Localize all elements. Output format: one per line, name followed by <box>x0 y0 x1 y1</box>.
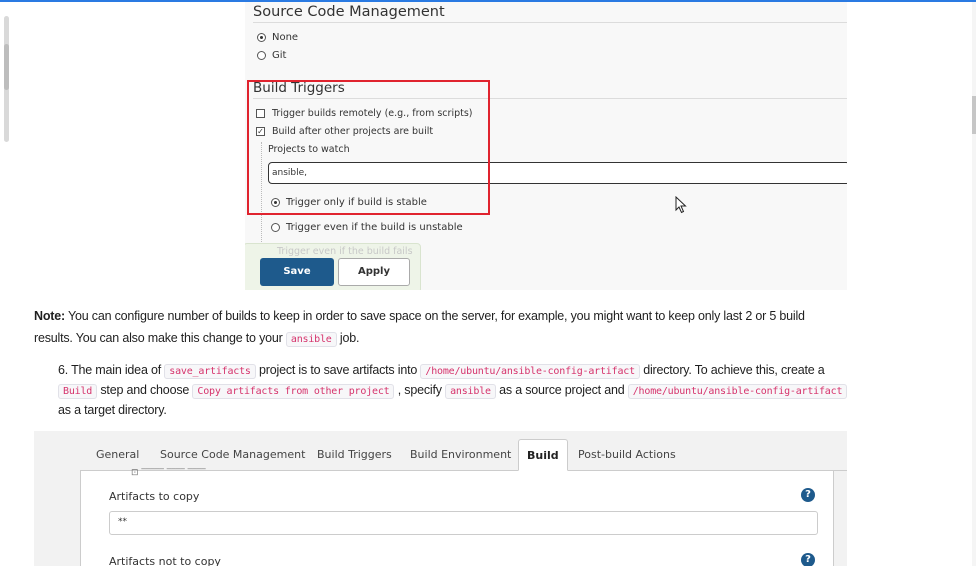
artifacts-to-copy-input[interactable]: ** <box>109 511 818 535</box>
apply-button[interactable]: Apply <box>338 258 410 286</box>
save-button[interactable]: Save <box>260 258 334 286</box>
note-paragraph: Note: You can configure number of builds… <box>34 305 834 351</box>
step-text: directory. To achieve this, create a <box>639 363 825 377</box>
inline-code: ansible <box>445 384 496 399</box>
step-text: The main idea of <box>68 363 165 377</box>
mouse-cursor-icon <box>675 196 687 214</box>
inline-code: save_artifacts <box>164 364 256 379</box>
step-text: , specify <box>394 383 446 397</box>
help-icon[interactable]: ? <box>801 488 815 502</box>
left-scrollbar[interactable] <box>4 16 9 142</box>
inline-code: /home/ubuntu/ansible-config-artifact <box>420 364 640 379</box>
step-6-item: 6. The main idea of save_artifacts proje… <box>58 361 848 420</box>
tab-build-triggers[interactable]: Build Triggers <box>317 439 392 471</box>
radio-trigger-fails-label: Trigger even if the build fails <box>277 246 413 257</box>
tab-post-build-actions[interactable]: Post-build Actions <box>578 439 676 471</box>
highlight-box <box>247 80 490 215</box>
inline-code: ansible <box>285 332 337 347</box>
radio-trigger-unstable-label: Trigger even if the build is unstable <box>286 222 463 233</box>
radio-trigger-unstable[interactable]: Trigger even if the build is unstable <box>271 222 463 233</box>
note-label: Note: <box>34 309 65 323</box>
inline-code: /home/ubuntu/ansible-config-artifact <box>627 384 848 399</box>
artifacts-not-to-copy-label: Artifacts not to copy <box>109 555 221 566</box>
step-text: project is to save artifacts into <box>255 363 421 377</box>
tab-source-code-management[interactable]: Source Code Management <box>160 439 305 471</box>
step-number: 6. <box>58 363 69 377</box>
step-text: as a source project and <box>495 383 628 397</box>
step-text: as a target directory. <box>58 403 167 417</box>
build-triggers-screenshot: Source Code Management None Git Build Tr… <box>245 2 847 290</box>
scm-option-none[interactable]: None <box>257 32 298 43</box>
scm-option-label: None <box>272 32 299 43</box>
build-step-panel: ⊡ ‾‾‾‾‾ ‾‾‾‾ ‾‾‾‾ Artifacts to copy ? **… <box>80 468 834 566</box>
scm-option-label: Git <box>272 50 287 61</box>
step-text: step and choose <box>97 383 193 397</box>
note-text: You can configure number of builds to ke… <box>34 309 805 345</box>
page-scrollbar-thumb[interactable] <box>972 96 976 134</box>
note-text: job. <box>336 331 360 345</box>
tab-build-environment[interactable]: Build Environment <box>410 439 511 471</box>
left-scrollbar-thumb[interactable] <box>4 44 9 90</box>
build-step-screenshot: General Source Code Management Build Tri… <box>34 431 847 566</box>
inline-code: Build <box>58 384 98 399</box>
inline-code: Copy artifacts from other project <box>192 384 395 399</box>
cropped-option-text: ⊡ ‾‾‾‾‾ ‾‾‾‾ ‾‾‾‾ <box>131 468 206 478</box>
tab-general[interactable]: General <box>96 439 139 471</box>
scm-divider <box>253 22 847 23</box>
radio-selected-icon[interactable] <box>257 33 266 42</box>
help-icon[interactable]: ? <box>801 553 815 566</box>
scm-option-git[interactable]: Git <box>257 50 286 61</box>
radio-unselected-icon[interactable] <box>271 223 280 232</box>
radio-unselected-icon[interactable] <box>257 51 266 60</box>
tab-build[interactable]: Build <box>518 439 568 471</box>
job-config-tabs: General Source Code Management Build Tri… <box>80 439 847 471</box>
scm-section-title: Source Code Management <box>253 4 445 20</box>
artifacts-to-copy-label: Artifacts to copy <box>109 490 200 503</box>
page-scrollbar[interactable] <box>972 2 976 566</box>
